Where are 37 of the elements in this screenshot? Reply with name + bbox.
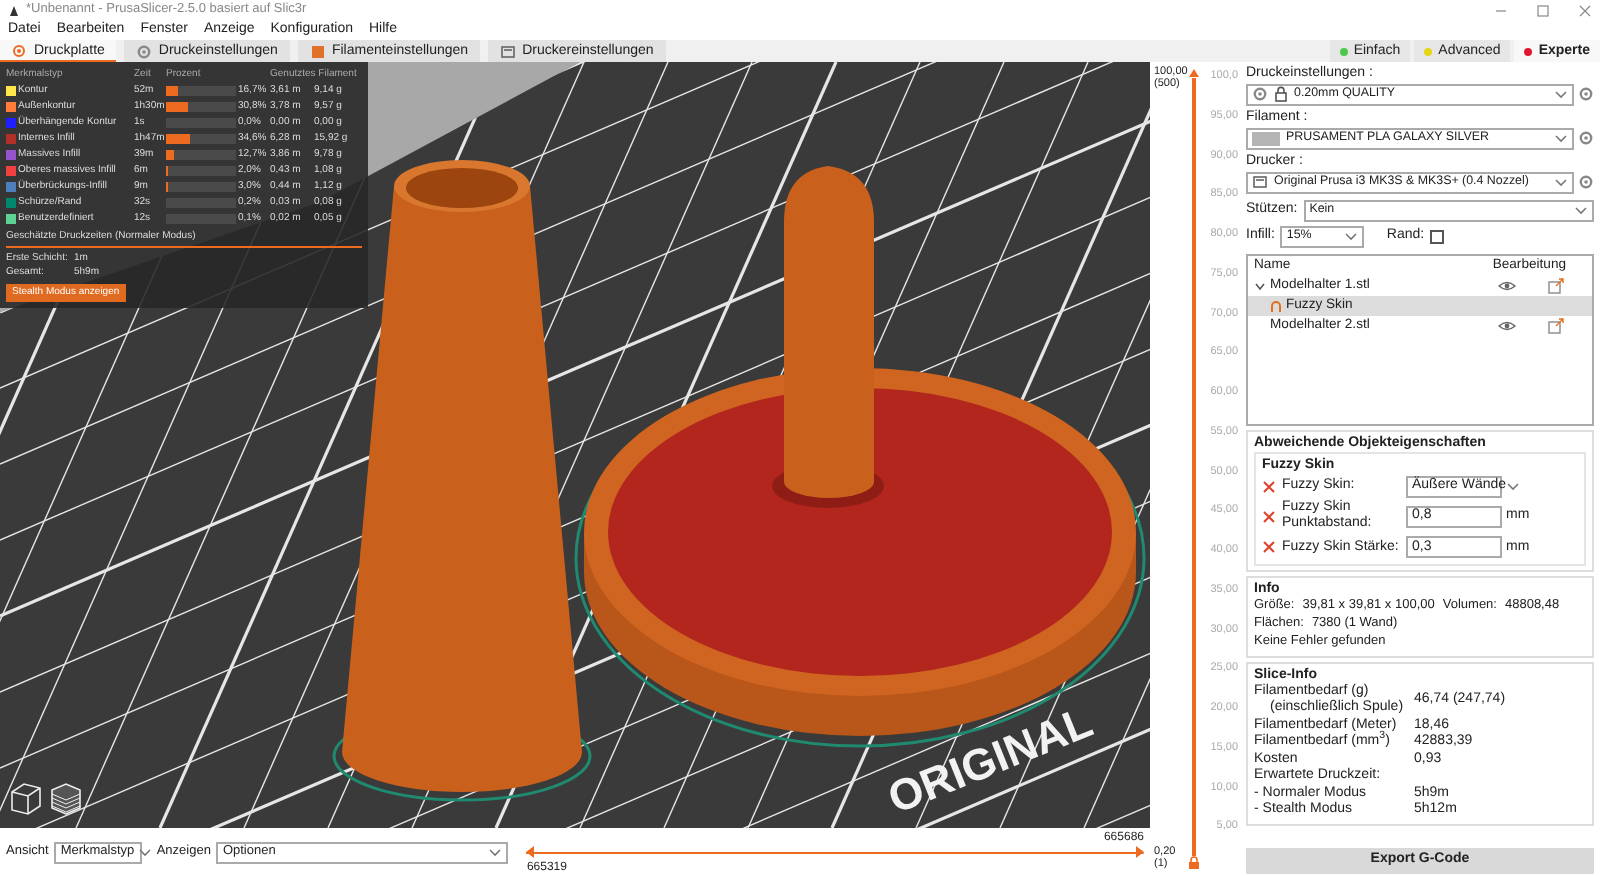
printer-icon <box>500 43 517 59</box>
caret-icon <box>1506 480 1521 492</box>
gear-icon <box>1252 86 1268 102</box>
close-icon[interactable] <box>1578 3 1592 17</box>
arch-icon <box>1270 300 1282 312</box>
caret-icon <box>1554 88 1568 100</box>
caret-icon[interactable] <box>1254 281 1266 291</box>
gear-icon[interactable] <box>1578 130 1594 146</box>
cross-icon[interactable] <box>1262 479 1276 493</box>
printer-icon <box>1252 174 1268 190</box>
gear-icon <box>136 43 153 59</box>
app-icon <box>8 3 20 17</box>
cube-icon[interactable] <box>8 780 44 816</box>
slider-handle[interactable] <box>1188 68 1200 78</box>
layers-icon[interactable] <box>48 780 84 816</box>
circle-icon <box>12 43 28 59</box>
edit-icon[interactable] <box>1548 278 1564 294</box>
caret-icon <box>138 846 153 858</box>
cross-icon[interactable] <box>1262 540 1276 555</box>
lock-icon[interactable] <box>1188 856 1200 870</box>
lock-icon <box>1274 86 1288 102</box>
maximize-icon[interactable] <box>1536 3 1550 17</box>
caret-icon <box>1554 176 1568 188</box>
eye-icon[interactable] <box>1498 320 1516 332</box>
caret-icon <box>1344 230 1359 242</box>
square-icon <box>309 43 326 59</box>
gear-icon[interactable] <box>1578 86 1594 102</box>
cross-icon[interactable] <box>1262 509 1276 524</box>
horizontal-slider[interactable] <box>526 845 1144 859</box>
gear-icon[interactable] <box>1578 174 1594 190</box>
caret-icon <box>488 846 503 858</box>
caret-icon <box>1574 204 1588 216</box>
caret-icon <box>1554 132 1568 144</box>
swatch-icon <box>1252 131 1280 145</box>
eye-icon[interactable] <box>1498 280 1516 292</box>
edit-icon[interactable] <box>1548 318 1564 334</box>
checkbox[interactable] <box>1430 229 1445 243</box>
